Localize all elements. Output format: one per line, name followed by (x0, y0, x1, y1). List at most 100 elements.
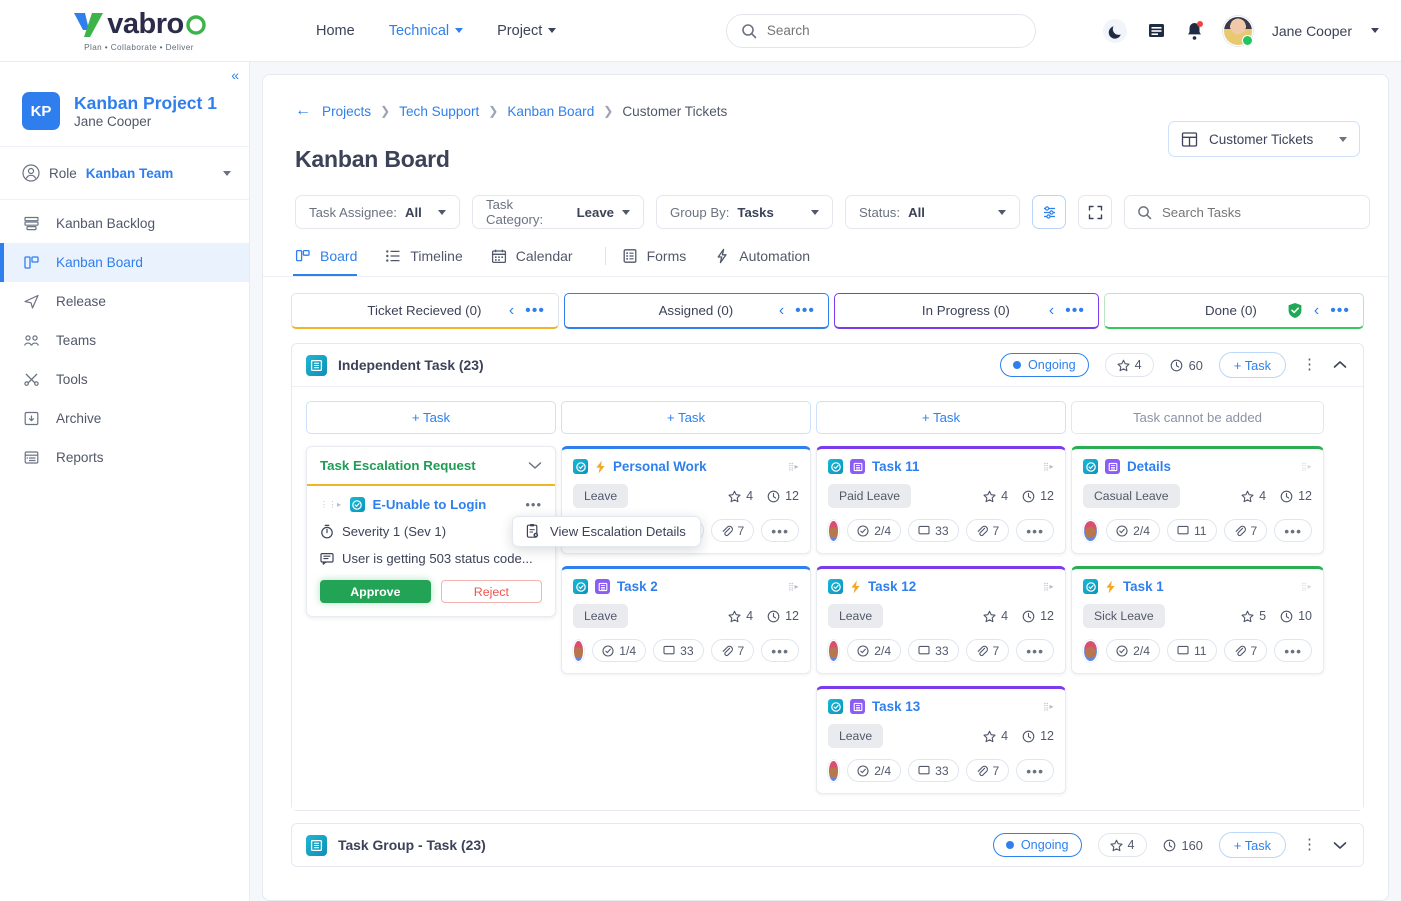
drag-handle-icon[interactable]: ⣿▸ (1301, 584, 1312, 589)
fullscreen-button[interactable] (1078, 195, 1112, 229)
task-checklist[interactable]: 2/4 (1106, 639, 1160, 662)
task-checklist[interactable]: 2/4 (847, 639, 901, 662)
assignee-avatar[interactable] (1083, 640, 1098, 662)
add-task-col3[interactable]: + Task (816, 401, 1066, 434)
task-checklist[interactable]: 2/4 (847, 519, 901, 542)
role-selector[interactable]: Role Kanban Team (0, 147, 249, 200)
collapse-left-icon[interactable]: ‹ (1314, 302, 1319, 320)
filter-task-assignee[interactable]: Task Assignee: All (295, 195, 460, 229)
approve-button[interactable]: Approve (320, 580, 431, 603)
collapse-left-icon[interactable]: ‹ (509, 302, 514, 320)
tab-board[interactable]: Board (295, 248, 375, 275)
task-attachments[interactable]: 7 (711, 519, 755, 542)
task-comments[interactable]: 11 (1167, 639, 1217, 662)
drag-handle-icon[interactable]: ⣿▸ (1043, 704, 1054, 709)
app-logo[interactable]: vabro Plan • Collaborate • Deliver (0, 10, 258, 52)
add-task-col2[interactable]: + Task (561, 401, 811, 434)
drag-handle-icon[interactable]: ⣿▸ (1043, 584, 1054, 589)
filter-task-category[interactable]: Task Category: Leave (472, 195, 644, 229)
escalation-collapse-chevron-down-icon[interactable] (528, 461, 542, 470)
column-menu-icon[interactable]: ••• (525, 302, 545, 320)
tab-forms[interactable]: Forms (622, 248, 705, 275)
drag-handle-icon[interactable]: ⣿▸ (788, 584, 799, 589)
add-task-button[interactable]: + Task (1219, 352, 1286, 378)
escalation-task-link[interactable]: E-Unable to Login (373, 497, 487, 512)
tab-automation[interactable]: Automation (714, 248, 828, 275)
task-card[interactable]: Task 13 ⣿▸ Leave 4 12 (816, 686, 1066, 794)
avatar[interactable] (1223, 16, 1253, 46)
search-input[interactable] (767, 23, 1021, 38)
group-menu-icon[interactable]: ⋮ (1302, 361, 1317, 369)
sidebar-item-teams[interactable]: Teams (0, 321, 249, 360)
drag-handle-icon[interactable]: ⣿▸ (1301, 464, 1312, 469)
task-attachments[interactable]: 7 (966, 639, 1010, 662)
filter-settings-button[interactable] (1032, 195, 1066, 229)
user-menu-chevron-down-icon[interactable] (1371, 28, 1379, 33)
task-comments[interactable]: 11 (1167, 519, 1217, 542)
task-card[interactable]: Task 11 ⣿▸ Paid Leave 4 12 (816, 446, 1066, 554)
collapse-group-chevron-up-icon[interactable] (1333, 360, 1347, 370)
task-attachments[interactable]: 7 (1224, 639, 1268, 662)
breadcrumb-kanban-board[interactable]: Kanban Board (507, 104, 594, 119)
sidebar-collapse-icon[interactable]: « (231, 67, 237, 83)
sidebar-item-reports[interactable]: Reports (0, 438, 249, 477)
assignee-avatar[interactable] (828, 640, 839, 662)
drag-handle-icon[interactable]: ⣿▸ (1043, 464, 1054, 469)
task-card[interactable]: Task 2 ⣿▸ Leave 4 12 (561, 566, 811, 674)
status-badge-ongoing[interactable]: Ongoing (1000, 353, 1089, 377)
context-menu-view-escalation-details[interactable]: View Escalation Details (512, 516, 701, 547)
status-badge-ongoing[interactable]: Ongoing (993, 833, 1082, 857)
task-search-input[interactable] (1162, 205, 1357, 220)
breadcrumb-projects[interactable]: Projects (322, 104, 371, 119)
task-comments[interactable]: 33 (908, 759, 958, 782)
expand-group-chevron-down-icon[interactable] (1333, 840, 1347, 850)
reject-button[interactable]: Reject (441, 580, 542, 603)
dark-mode-icon[interactable] (1102, 18, 1128, 44)
sidebar-item-tools[interactable]: Tools (0, 360, 249, 399)
sidebar-item-kanban-board[interactable]: Kanban Board (0, 243, 249, 282)
task-card[interactable]: Task 1 ⣿▸ Sick Leave 5 10 (1071, 566, 1324, 674)
notification-bell-icon[interactable] (1185, 21, 1204, 41)
assignee-avatar[interactable] (1083, 520, 1098, 542)
task-menu-icon[interactable]: ••• (1016, 639, 1054, 662)
breadcrumb-tech-support[interactable]: Tech Support (399, 104, 479, 119)
task-comments[interactable]: 33 (653, 639, 703, 662)
task-attachments[interactable]: 7 (966, 519, 1010, 542)
filter-group-by[interactable]: Group By: Tasks (656, 195, 833, 229)
task-menu-icon[interactable]: ••• (1016, 519, 1054, 542)
add-task-button[interactable]: + Task (1219, 832, 1286, 858)
notes-icon[interactable] (1147, 21, 1166, 40)
drag-handle-icon[interactable]: ⣿▸ (788, 464, 799, 469)
column-menu-icon[interactable]: ••• (795, 302, 815, 320)
global-search[interactable] (726, 14, 1036, 48)
task-attachments[interactable]: 7 (966, 759, 1010, 782)
task-menu-icon[interactable]: ••• (1016, 759, 1054, 782)
assignee-avatar[interactable] (573, 640, 584, 662)
tab-calendar[interactable]: Calendar (491, 248, 591, 275)
sidebar-item-archive[interactable]: Archive (0, 399, 249, 438)
board-view-selector[interactable]: Customer Tickets (1168, 121, 1360, 157)
task-menu-icon[interactable]: ••• (761, 519, 799, 542)
nav-item-project[interactable]: Project (497, 23, 556, 39)
assignee-avatar[interactable] (828, 520, 839, 542)
task-menu-icon[interactable]: ••• (1274, 519, 1312, 542)
collapse-left-icon[interactable]: ‹ (1049, 302, 1054, 320)
tab-timeline[interactable]: Timeline (385, 248, 480, 275)
task-attachments[interactable]: 7 (711, 639, 755, 662)
task-attachments[interactable]: 7 (1224, 519, 1268, 542)
task-search[interactable] (1124, 195, 1370, 229)
column-menu-icon[interactable]: ••• (1330, 302, 1350, 320)
group-menu-icon[interactable]: ⋮ (1302, 841, 1317, 849)
sidebar-item-kanban-backlog[interactable]: Kanban Backlog (0, 204, 249, 243)
drag-handle-icon[interactable]: ⋮⋮▸ (320, 502, 342, 507)
column-menu-icon[interactable]: ••• (1065, 302, 1085, 320)
task-checklist[interactable]: 1/4 (592, 639, 646, 662)
nav-item-technical[interactable]: Technical (389, 23, 463, 39)
task-menu-icon[interactable]: ••• (1274, 639, 1312, 662)
escalation-menu-icon[interactable]: ••• (525, 500, 542, 509)
collapse-left-icon[interactable]: ‹ (779, 302, 784, 320)
task-menu-icon[interactable]: ••• (761, 639, 799, 662)
add-task-col1[interactable]: + Task (306, 401, 556, 434)
task-checklist[interactable]: 2/4 (1106, 519, 1160, 542)
nav-item-home[interactable]: Home (316, 23, 355, 39)
